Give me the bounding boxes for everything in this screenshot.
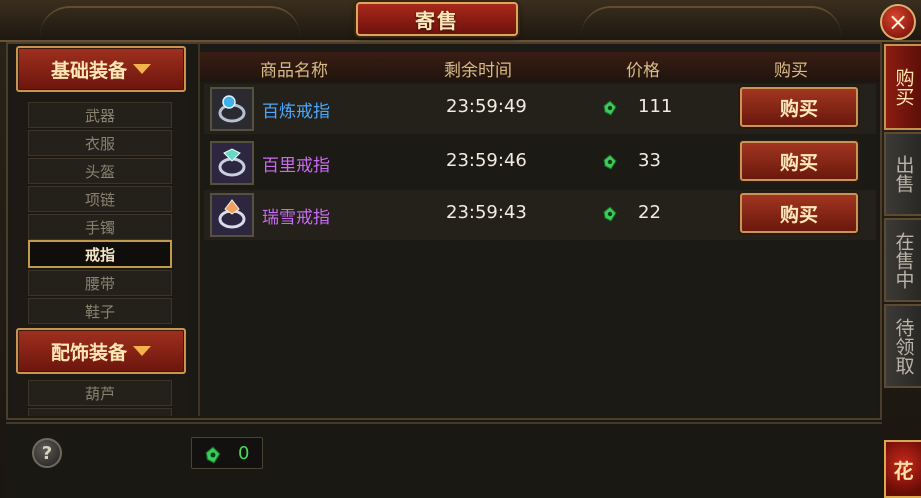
sidebar-item-helmet[interactable]: 头盔: [28, 158, 172, 184]
table-row: 瑞雪戒指 23:59:43 22 购买: [204, 190, 876, 240]
window-title-plate: 寄售: [356, 2, 518, 36]
footer-bar: [6, 422, 882, 498]
tab-on-sale[interactable]: 在售中: [884, 218, 921, 302]
buy-button[interactable]: 购买: [740, 141, 858, 181]
table-header: 商品名称 剩余时间 价格 购买: [200, 52, 880, 82]
sidebar-item-belt[interactable]: 腰带: [28, 270, 172, 296]
sidebar-item-weapon[interactable]: 武器: [28, 102, 172, 128]
table-row: 百炼戒指 23:59:49 111 购买: [204, 84, 876, 134]
currency-balance: 0: [191, 437, 263, 469]
jade-gem-icon: [602, 206, 618, 226]
buy-button[interactable]: 购买: [740, 193, 858, 233]
sidebar-item-clothes[interactable]: 衣服: [28, 130, 172, 156]
close-icon: ×: [887, 8, 909, 36]
ring-icon[interactable]: [210, 141, 254, 185]
sidebar-item-bracelet[interactable]: 手镯: [28, 214, 172, 240]
category-header-label: 基础装备: [50, 59, 127, 82]
titlebar-ornament-right: [581, 6, 841, 36]
help-icon: ?: [41, 442, 53, 464]
tab-sell[interactable]: 出售: [884, 132, 921, 216]
sidebar-item-ring[interactable]: 戒指: [28, 240, 172, 268]
item-remaining-time: 23:59:49: [446, 96, 527, 117]
jade-gem-icon: [602, 154, 618, 174]
table-row: 百里戒指 23:59:46 33 购买: [204, 138, 876, 188]
sidebar-item-gourd[interactable]: 葫芦: [28, 380, 172, 406]
column-header-time: 剩余时间: [444, 61, 512, 81]
item-name: 百里戒指: [262, 156, 330, 176]
balance-amount: 0: [238, 443, 250, 464]
sidebar-item-partial[interactable]: [28, 408, 172, 416]
column-header-buy: 购买: [774, 61, 808, 81]
item-remaining-time: 23:59:46: [446, 150, 527, 171]
chevron-down-icon: [133, 346, 151, 356]
listing-table: 商品名称 剩余时间 价格 购买 百炼戒指 23:59:49 111 购买 百里戒…: [198, 44, 880, 416]
column-header-name: 商品名称: [260, 61, 328, 81]
flower-badge[interactable]: 花: [884, 440, 921, 498]
category-header-basic[interactable]: 基础装备: [16, 46, 186, 92]
ring-icon[interactable]: [210, 87, 254, 131]
help-button[interactable]: ?: [32, 438, 62, 468]
chevron-down-icon: [133, 64, 151, 74]
buy-button[interactable]: 购买: [740, 87, 858, 127]
tab-to-claim[interactable]: 待领取: [884, 304, 921, 388]
item-name: 百炼戒指: [262, 102, 330, 122]
category-header-label: 配饰装备: [50, 341, 127, 364]
tab-buy[interactable]: 购买: [884, 44, 921, 130]
item-name: 瑞雪戒指: [262, 208, 330, 228]
jade-gem-icon: [602, 100, 618, 120]
sidebar-item-shoes[interactable]: 鞋子: [28, 298, 172, 324]
sidebar-item-necklace[interactable]: 项链: [28, 186, 172, 212]
column-header-price: 价格: [626, 61, 660, 81]
item-price: 22: [638, 202, 661, 223]
titlebar-ornament-left: [40, 6, 300, 36]
category-header-accessory[interactable]: 配饰装备: [16, 328, 186, 374]
item-price: 111: [638, 96, 673, 117]
item-remaining-time: 23:59:43: [446, 202, 527, 223]
item-price: 33: [638, 150, 661, 171]
window-title: 寄售: [415, 8, 459, 33]
ring-icon[interactable]: [210, 193, 254, 237]
close-button[interactable]: ×: [880, 4, 916, 40]
jade-gem-icon: [204, 446, 222, 468]
category-sidebar: 基础装备 武器 衣服 头盔 项链 手镯 戒指 腰带 鞋子 配饰装备 葫芦: [10, 44, 190, 416]
